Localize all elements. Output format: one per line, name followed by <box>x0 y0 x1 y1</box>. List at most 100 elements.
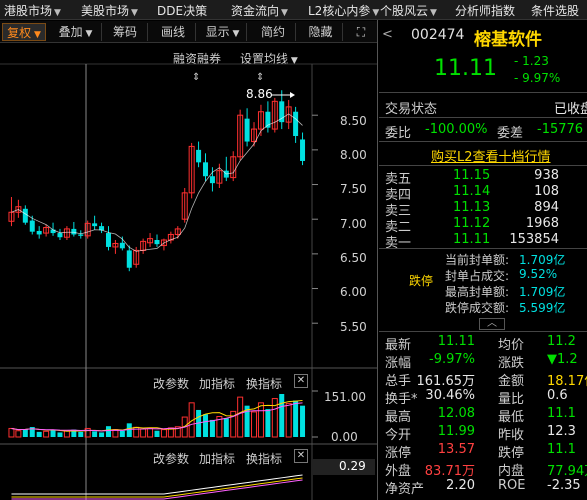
stat-value: 11.99 <box>437 424 475 439</box>
stat-label: 最低 <box>498 410 525 425</box>
candle-body <box>126 250 132 268</box>
chips-button[interactable]: 筹码 <box>103 23 148 41</box>
volume-bar <box>209 419 215 437</box>
stat-value: 13.57 <box>437 442 475 457</box>
hide-button[interactable]: 隐藏 <box>299 23 343 41</box>
stat-value: 30.46% <box>425 388 475 403</box>
stat-value: 11.1 <box>547 406 576 421</box>
nav-item-4[interactable]: L2核心内参 ▼ <box>308 2 379 19</box>
fuquan-button[interactable]: 复权 ▼ <box>2 23 46 41</box>
prev-stock-icon[interactable]: < <box>382 27 393 42</box>
vol-switch-button[interactable]: 换指标 <box>246 375 282 392</box>
stat-label: 净资产 <box>385 482 425 497</box>
candle-body <box>119 242 125 249</box>
volume-bar <box>265 409 271 437</box>
ind-add-button[interactable]: 加指标 <box>199 450 235 467</box>
stat-value: 11.2 <box>547 334 576 349</box>
stat-label: 昨收 <box>498 428 525 443</box>
nav-item-0[interactable]: 港股市场 ▼ <box>4 2 61 19</box>
indicator-value: 0.29 <box>313 459 375 475</box>
volume-bar <box>160 429 167 438</box>
stat-label: 跌停 <box>498 446 525 461</box>
kline-svg: ⇕ ⇕ <box>0 63 378 500</box>
nav-item-6[interactable]: 分析师指数 <box>455 2 515 19</box>
nav-item-label: 条件选股 <box>531 4 580 18</box>
overlay-button[interactable]: 叠加 ▼ <box>50 23 102 41</box>
ask-volume: 108 <box>534 184 559 199</box>
stat-value: ▼1.2 <box>547 352 578 367</box>
stat-value: 18.17亿 <box>547 374 587 389</box>
nav-item-1[interactable]: 美股市场 ▼ <box>81 2 138 19</box>
candle-body <box>203 162 209 177</box>
volume-bar <box>126 423 132 437</box>
candle-body <box>293 111 299 136</box>
stat-label: 外盘 <box>385 464 412 479</box>
volume-bar <box>15 430 22 438</box>
ask-volume: 894 <box>534 200 559 215</box>
stat-value: 11.11 <box>437 334 475 349</box>
candle-body <box>78 234 84 236</box>
volume-bar <box>293 400 299 437</box>
volume-bar <box>147 427 154 438</box>
expand-icon[interactable]: ⛶ <box>346 23 376 41</box>
display-button[interactable]: 显示 ▼ <box>199 23 247 41</box>
vol-param-button[interactable]: 改参数 <box>153 375 189 392</box>
chevron-down-icon: ▼ <box>372 8 380 18</box>
price-tick-label: 6.50 <box>340 251 367 265</box>
volume-bar <box>285 402 292 438</box>
stat-label: 最新 <box>385 338 412 353</box>
chevron-down-icon: ▼ <box>131 8 138 18</box>
volume-bar <box>105 426 111 437</box>
ask-volume: 1968 <box>525 216 559 231</box>
seal-label: 最高封单额: <box>445 285 510 299</box>
nav-item-3[interactable]: 资金流向 ▼ <box>231 2 288 19</box>
volume-bar <box>203 414 209 437</box>
ind-param-button[interactable]: 改参数 <box>153 450 189 467</box>
ask-price: 11.14 <box>453 184 491 199</box>
trade-status-value: 已收盘 <box>554 102 587 117</box>
ma-line <box>11 113 303 252</box>
nav-item-2[interactable]: DDE决策 <box>157 2 207 19</box>
stat-label: 换手* <box>385 392 418 407</box>
volume-bar <box>257 402 264 438</box>
ask-volume: 153854 <box>509 232 559 247</box>
stat-value: -2.35 <box>547 478 581 493</box>
stat-label: 今开 <box>385 428 412 443</box>
ask-price: 11.13 <box>453 200 491 215</box>
price-tick-label: 8.00 <box>340 148 367 162</box>
price-tick-label: 7.00 <box>340 217 367 231</box>
top-nav-bar: 港股市场 ▼ 美股市场 ▼ DDE决策 资金流向 ▼ L2核心内参 ▼ 个股风云 ▼ 分析师指数 条件选… <box>0 0 587 20</box>
nav-item-label: 个股风云 <box>380 4 429 18</box>
ask-price: 11.11 <box>453 232 491 247</box>
buy-l2-link[interactable]: 购买L2查看十档行情 <box>431 146 551 165</box>
price-tick-label: 6.00 <box>340 285 367 299</box>
simple-button[interactable]: 简约 <box>251 23 296 41</box>
stat-label: ROE <box>498 478 526 493</box>
vol-add-button[interactable]: 加指标 <box>199 375 235 392</box>
vol-close-icon[interactable]: ✕ <box>294 374 308 388</box>
nav-item-label: 美股市场 <box>81 4 130 18</box>
draw-line-button[interactable]: 画线 <box>151 23 196 41</box>
ind-switch-button[interactable]: 换指标 <box>246 450 282 467</box>
seal-label: 跌停成交额: <box>445 301 510 315</box>
event-marker-icon: ⇕ <box>256 72 264 83</box>
nav-item-label: L2核心内参 <box>308 4 371 18</box>
seal-value: 1.709亿 <box>519 285 566 299</box>
stat-label: 内盘 <box>498 464 525 479</box>
stat-value: 161.65万 <box>416 374 476 389</box>
collapse-arrow-icon[interactable]: ︿ <box>479 318 505 330</box>
price-change: - 1.23 <box>514 54 549 68</box>
ind-close-icon[interactable]: ✕ <box>294 449 308 463</box>
weicha-value: -15776 <box>537 122 584 137</box>
nav-item-7[interactable]: 条件选股 <box>531 2 579 19</box>
kline-chart-area: 融资融券 设置均线 ▼ ⇕ ⇕ 8.86 8.50 8.00 7.50 7.00 6.50… <box>0 44 378 500</box>
vol-max-label: 151.00 <box>324 390 366 404</box>
volume-bar <box>271 398 278 438</box>
candle-body <box>105 233 111 247</box>
price-change-pct: - 9.97% <box>514 71 561 85</box>
nav-item-5[interactable]: 个股风云 ▼ <box>380 2 437 19</box>
stat-value: 0.6 <box>547 388 568 403</box>
volume-bar <box>92 431 98 437</box>
quote-panel: < 002474 榕基软件 11.11 - 1.23 - 9.97% 交易状态 … <box>379 20 587 500</box>
stat-value: 12.3 <box>547 424 576 439</box>
